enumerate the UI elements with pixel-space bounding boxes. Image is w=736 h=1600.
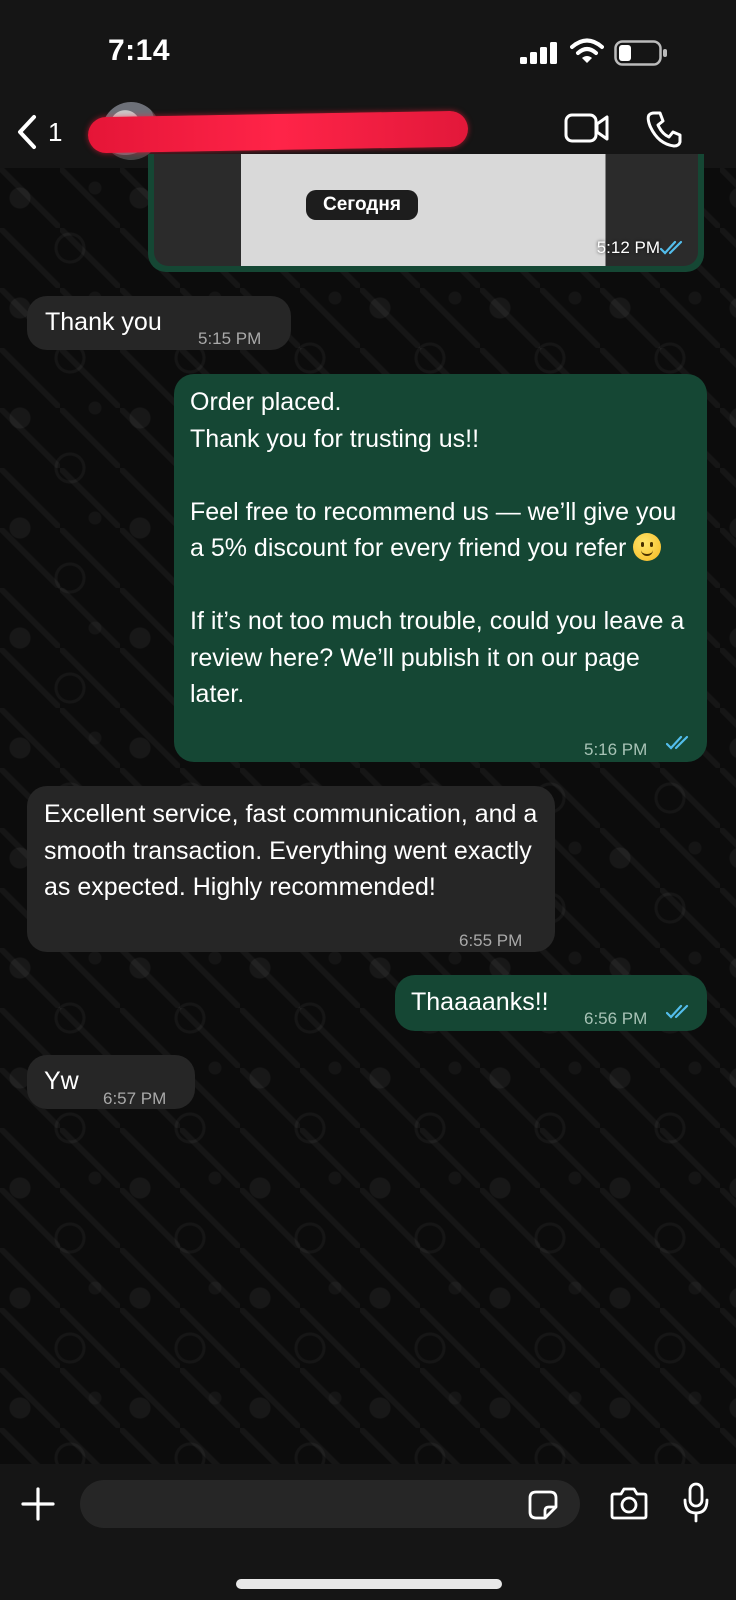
status-bar: 7:14 <box>0 0 736 100</box>
image-message[interactable]: 5:12 PM <box>148 154 704 272</box>
read-ticks-icon <box>666 1004 689 1019</box>
date-separator: Сегодня <box>306 190 418 220</box>
video-call-icon[interactable] <box>564 112 610 144</box>
phone-icon[interactable] <box>646 110 682 148</box>
microphone-icon[interactable] <box>682 1482 710 1524</box>
contact-name-redacted[interactable] <box>87 110 469 154</box>
read-ticks-icon <box>666 735 689 750</box>
message-time: 6:56 PM <box>584 1009 648 1028</box>
message-time: 5:16 PM <box>584 740 648 759</box>
back-button[interactable]: 1 <box>16 110 86 154</box>
chevron-left-icon <box>18 115 36 149</box>
message-text: Yw <box>44 1067 79 1095</box>
message-input-bar <box>0 1464 736 1600</box>
message-text: Excellent service, fast communication, a… <box>44 800 545 901</box>
message-bubble-incoming[interactable]: Yw 6:57 PM <box>27 1055 195 1109</box>
slightly-smiling-face-icon <box>633 533 662 561</box>
sticker-icon[interactable] <box>528 1490 558 1520</box>
wifi-icon <box>570 38 604 63</box>
message-bubble-incoming[interactable]: Excellent service, fast communication, a… <box>27 786 555 952</box>
unread-count: 1 <box>48 116 63 147</box>
message-text: Order placed. Thank you for trusting us!… <box>190 388 677 562</box>
message-input[interactable] <box>80 1480 580 1528</box>
message-time: 6:55 PM <box>459 931 523 950</box>
message-time: 5:12 PM <box>596 238 660 257</box>
message-text: Thank you <box>45 308 162 336</box>
message-text-continued: If it’s not too much trouble, could you … <box>190 607 685 708</box>
message-time: 5:15 PM <box>198 329 262 348</box>
battery-icon <box>614 40 667 66</box>
plus-icon[interactable] <box>20 1486 56 1522</box>
message-time: 6:57 PM <box>103 1089 167 1108</box>
status-time: 7:14 <box>108 34 171 67</box>
home-indicator[interactable] <box>236 1579 502 1589</box>
camera-icon[interactable] <box>610 1486 648 1520</box>
message-text: Thaaaanks!! <box>411 988 549 1016</box>
message-bubble-outgoing[interactable]: Order placed. Thank you for trusting us!… <box>174 374 707 762</box>
message-bubble-outgoing[interactable]: Thaaaanks!! 6:56 PM <box>395 975 707 1031</box>
cellular-signal-icon <box>520 42 557 64</box>
read-ticks-icon <box>660 240 683 255</box>
message-bubble-incoming[interactable]: Thank you 5:15 PM <box>27 296 291 350</box>
